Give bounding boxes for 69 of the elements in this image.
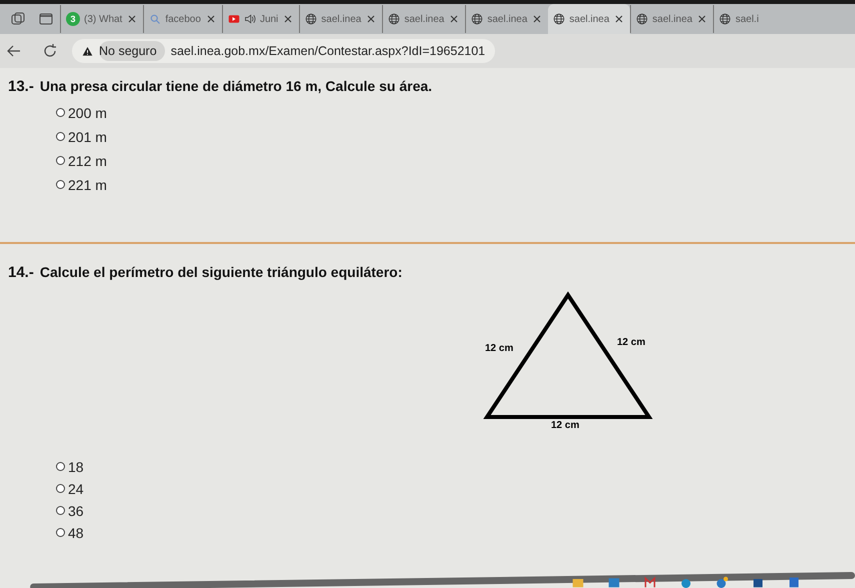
side-label: 12 cm <box>485 343 514 354</box>
option-label: 201 m <box>68 128 107 144</box>
browser-tab[interactable]: Juni <box>222 5 300 33</box>
radio-button[interactable] <box>56 484 65 493</box>
side-label: 12 cm <box>551 420 580 431</box>
close-icon <box>365 13 378 25</box>
globe-icon <box>636 13 648 25</box>
tab-title: Juni <box>260 14 278 24</box>
notification-badge: 3 <box>66 12 80 26</box>
browser-tab[interactable]: sael.inea <box>382 5 466 33</box>
address-field[interactable]: No seguro sael.inea.gob.mx/Examen/Contestar.aspx?IdI=19652101 <box>72 39 496 63</box>
close-icon <box>613 13 626 25</box>
warning-icon <box>82 46 93 56</box>
radio-button[interactable] <box>56 156 65 165</box>
browser-tab[interactable]: sael.inea <box>548 4 630 34</box>
folder-icon[interactable] <box>570 576 586 588</box>
browser-tab[interactable]: faceboo <box>143 5 222 33</box>
side-label: 12 cm <box>617 337 646 348</box>
tab-title: sael.inea <box>404 14 444 24</box>
option-label: 48 <box>68 524 84 540</box>
play-icon <box>228 13 240 25</box>
browser-tab[interactable]: sael.i <box>713 5 764 33</box>
close-icon <box>531 13 544 25</box>
close-icon <box>204 13 217 25</box>
close-icon <box>282 13 294 25</box>
browser-tab[interactable]: sael.inea <box>299 5 382 33</box>
question-number: 14.- <box>8 264 34 281</box>
option-label: 36 <box>68 502 84 518</box>
option-label: 24 <box>68 480 84 496</box>
tab-title: sael.inea <box>487 14 528 24</box>
option-label: 18 <box>68 458 84 474</box>
radio-button[interactable] <box>56 132 65 141</box>
browser-tab[interactable]: sael.inea <box>630 5 714 33</box>
tab-title: faceboo <box>165 14 201 24</box>
globe-icon <box>388 13 400 25</box>
mail-icon[interactable] <box>642 576 658 588</box>
tab-title: sael.inea <box>652 14 692 24</box>
close-icon <box>696 13 708 25</box>
back-icon[interactable] <box>6 43 22 59</box>
help-icon[interactable] <box>714 576 730 588</box>
option-label: 221 m <box>68 176 107 192</box>
tab-title: sael.inea <box>569 14 610 24</box>
radio-button[interactable] <box>56 108 65 117</box>
question-text: Calcule el perímetro del siguiente triángulo equilátero: <box>40 264 402 280</box>
question-text: Una presa circular tiene de diámetro 16 m, Calcule su área. <box>40 78 432 94</box>
globe-icon <box>553 13 566 25</box>
question-number: 13.- <box>8 78 34 95</box>
search-icon <box>149 13 162 25</box>
globe-icon <box>719 13 732 25</box>
globe-icon <box>471 13 484 25</box>
globe-icon <box>305 13 318 25</box>
option-label: 200 m <box>68 104 107 120</box>
url-text: sael.inea.gob.mx/Examen/Contestar.aspx?IdI=19652101 <box>170 44 486 58</box>
radio-button[interactable] <box>56 462 65 471</box>
refresh-icon[interactable] <box>42 43 58 59</box>
speaker-icon <box>244 13 256 25</box>
tab-title: sael.inea <box>321 14 362 24</box>
tab-actions-icon[interactable] <box>10 11 26 27</box>
browser-tab[interactable]: 3 (3) What <box>60 5 144 33</box>
radio-button[interactable] <box>56 180 65 189</box>
security-label[interactable]: No seguro <box>99 41 165 61</box>
vertical-tabs-icon[interactable] <box>38 11 54 27</box>
radio-button[interactable] <box>56 528 65 537</box>
radio-button[interactable] <box>56 506 65 515</box>
option-label: 212 m <box>68 152 107 168</box>
close-icon <box>448 13 460 25</box>
tab-title: sael.i <box>735 14 759 24</box>
close-icon <box>126 13 138 25</box>
tab-title: (3) What <box>84 14 122 24</box>
